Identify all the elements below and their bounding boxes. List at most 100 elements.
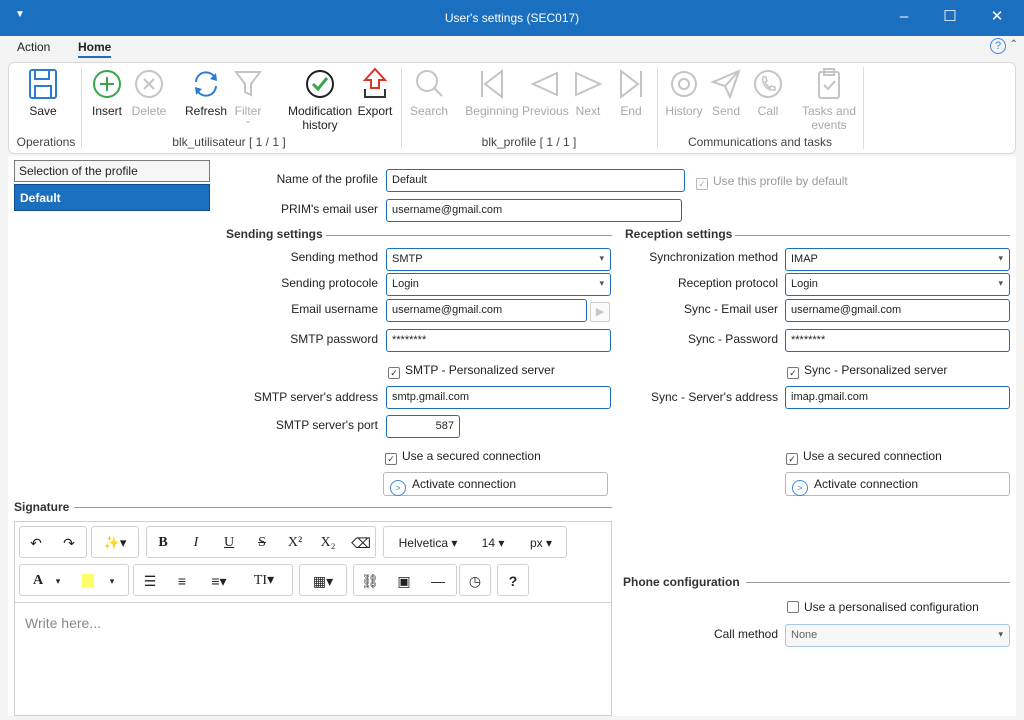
sync-personalized-checkbox[interactable]: ✓ Sync - Personalized server: [787, 363, 947, 379]
save-button[interactable]: Save: [23, 67, 63, 118]
sync-email-field[interactable]: username@gmail.com: [785, 299, 1010, 322]
refresh-button[interactable]: Refresh: [185, 67, 227, 118]
redo-icon[interactable]: ↷: [55, 533, 83, 553]
bold-icon[interactable]: B: [149, 533, 177, 553]
close-icon[interactable]: ✕: [985, 6, 1009, 28]
sync-email-label: Sync - Email user: [683, 302, 778, 316]
history-icon: [671, 71, 697, 97]
window-title: User's settings (SEC017): [444, 11, 580, 25]
call-button[interactable]: Call: [751, 67, 785, 118]
send-button[interactable]: Send: [709, 67, 743, 118]
profile-list-item-default[interactable]: Default: [14, 184, 210, 211]
sync-method-select[interactable]: IMAP: [785, 248, 1010, 271]
table-icon[interactable]: ▦▾: [304, 571, 342, 591]
chevron-down-icon[interactable]: ▾: [50, 571, 66, 591]
previous-icon: [530, 71, 558, 97]
maximize-icon[interactable]: ☐: [938, 6, 962, 28]
group-label-blk-profile: blk_profile [ 1 / 1 ]: [481, 135, 577, 149]
smtp-personalized-checkbox[interactable]: ✓ SMTP - Personalized server: [388, 363, 555, 379]
phone-divider: [746, 582, 1010, 583]
font-size-select[interactable]: 14 ▾: [472, 533, 514, 553]
chevron-up-icon[interactable]: ⌃: [1010, 39, 1018, 50]
last-record-icon: [620, 68, 642, 100]
underline-icon[interactable]: U: [215, 533, 243, 553]
align-icon[interactable]: ≡▾: [200, 571, 238, 591]
default-profile-checkbox[interactable]: ✓ Use this profile by default: [696, 174, 848, 190]
sending-method-label: Sending method: [290, 250, 378, 264]
insert-button[interactable]: Insert: [89, 67, 125, 118]
sync-server-field[interactable]: imap.gmail.com: [785, 386, 1010, 409]
chevron-right-icon: >: [390, 480, 406, 496]
export-icon: [362, 67, 388, 98]
tasks-and-events-button[interactable]: Tasks and events: [799, 67, 859, 132]
font-color-icon[interactable]: A: [24, 571, 52, 591]
profile-name-field[interactable]: Default: [386, 169, 685, 192]
history-button[interactable]: History: [663, 67, 705, 118]
tab-home[interactable]: Home: [78, 40, 112, 58]
editor-toolbar-row-2: A ▾ ▾ ☰ ≡ ≡▾ TI▾ ▦▾ ⛓ ▣ — ◷ ?: [15, 560, 613, 600]
end-button[interactable]: End: [614, 67, 648, 118]
clock-icon[interactable]: ◷: [461, 571, 489, 591]
link-icon[interactable]: ⛓: [356, 571, 384, 591]
clipboard-check-icon: [818, 68, 840, 99]
undo-icon[interactable]: ↶: [22, 533, 50, 553]
numbered-list-icon[interactable]: ≡: [168, 571, 196, 591]
horizontal-rule-icon[interactable]: —: [424, 571, 452, 591]
prim-email-field[interactable]: username@gmail.com: [386, 199, 682, 222]
signature-text-area[interactable]: Write here...: [15, 602, 611, 716]
personalised-config-checkbox[interactable]: Use a personalised configuration: [787, 600, 979, 614]
smtp-password-field[interactable]: ********: [386, 329, 611, 352]
help-icon[interactable]: ?: [499, 571, 527, 591]
image-icon[interactable]: ▣: [390, 571, 418, 591]
subscript-icon[interactable]: X₂: [314, 533, 342, 553]
main-content: Selection of the profile Default Name of…: [8, 156, 1016, 716]
font-unit-select[interactable]: px ▾: [520, 533, 562, 553]
call-method-select[interactable]: None: [785, 624, 1010, 647]
chevron-down-icon: ⌄: [244, 116, 252, 125]
font-family-select[interactable]: Helvetica ▾: [388, 533, 468, 553]
sync-secured-checkbox[interactable]: ✓ Use a secured connection: [786, 449, 942, 465]
italic-icon[interactable]: I: [182, 533, 210, 553]
reception-protocol-select[interactable]: Login: [785, 273, 1010, 296]
eraser-icon[interactable]: ⌫: [347, 533, 375, 553]
sending-protocol-select[interactable]: Login: [386, 273, 611, 296]
chevron-right-icon: >: [792, 480, 808, 496]
superscript-icon[interactable]: X²: [281, 533, 309, 553]
group-label-blk-utilisateur: blk_utilisateur [ 1 / 1 ]: [172, 135, 286, 149]
search-button[interactable]: Search: [409, 67, 449, 118]
minimize-icon[interactable]: –: [892, 6, 916, 28]
smtp-activate-connection-button[interactable]: > Activate connection: [383, 472, 608, 496]
magic-wand-icon[interactable]: ✨▾: [96, 533, 134, 553]
beginning-button[interactable]: Beginning: [465, 67, 519, 118]
bullet-list-icon[interactable]: ☰: [136, 571, 164, 591]
modification-history-button[interactable]: Modification history: [283, 67, 357, 132]
email-username-field[interactable]: username@gmail.com: [386, 299, 587, 322]
next-button[interactable]: Next: [571, 67, 605, 118]
play-icon[interactable]: ▶: [590, 302, 610, 322]
strikethrough-icon[interactable]: S: [248, 533, 276, 553]
sync-password-field[interactable]: ********: [785, 329, 1010, 352]
profile-name-label: Name of the profile: [276, 172, 378, 186]
prim-email-label: PRIM's email user: [281, 202, 378, 216]
export-button[interactable]: Export: [357, 67, 393, 118]
group-label-communications: Communications and tasks: [687, 135, 833, 149]
delete-button[interactable]: Delete: [129, 67, 169, 118]
tab-action[interactable]: Action: [17, 40, 50, 54]
highlight-color-icon[interactable]: [74, 571, 102, 591]
signature-placeholder: Write here...: [25, 615, 101, 631]
smtp-secured-checkbox[interactable]: ✓ Use a secured connection: [385, 449, 541, 465]
smtp-port-field[interactable]: 587: [386, 415, 460, 438]
previous-button[interactable]: Previous: [522, 67, 569, 118]
signature-title: Signature: [14, 500, 70, 514]
sync-activate-connection-button[interactable]: > Activate connection: [785, 472, 1010, 496]
chevron-down-icon[interactable]: ▾: [104, 571, 120, 591]
help-icon[interactable]: ?: [990, 38, 1006, 54]
filter-button[interactable]: Filter ⌄: [231, 67, 265, 125]
sending-method-select[interactable]: SMTP: [386, 248, 611, 271]
line-height-icon[interactable]: TI▾: [242, 571, 286, 591]
smtp-server-field[interactable]: smtp.gmail.com: [386, 386, 611, 409]
sync-server-label: Sync - Server's address: [650, 390, 778, 404]
signature-divider: [74, 507, 612, 508]
plus-circle-icon: [93, 70, 121, 98]
sending-protocol-label: Sending protocole: [281, 276, 378, 290]
